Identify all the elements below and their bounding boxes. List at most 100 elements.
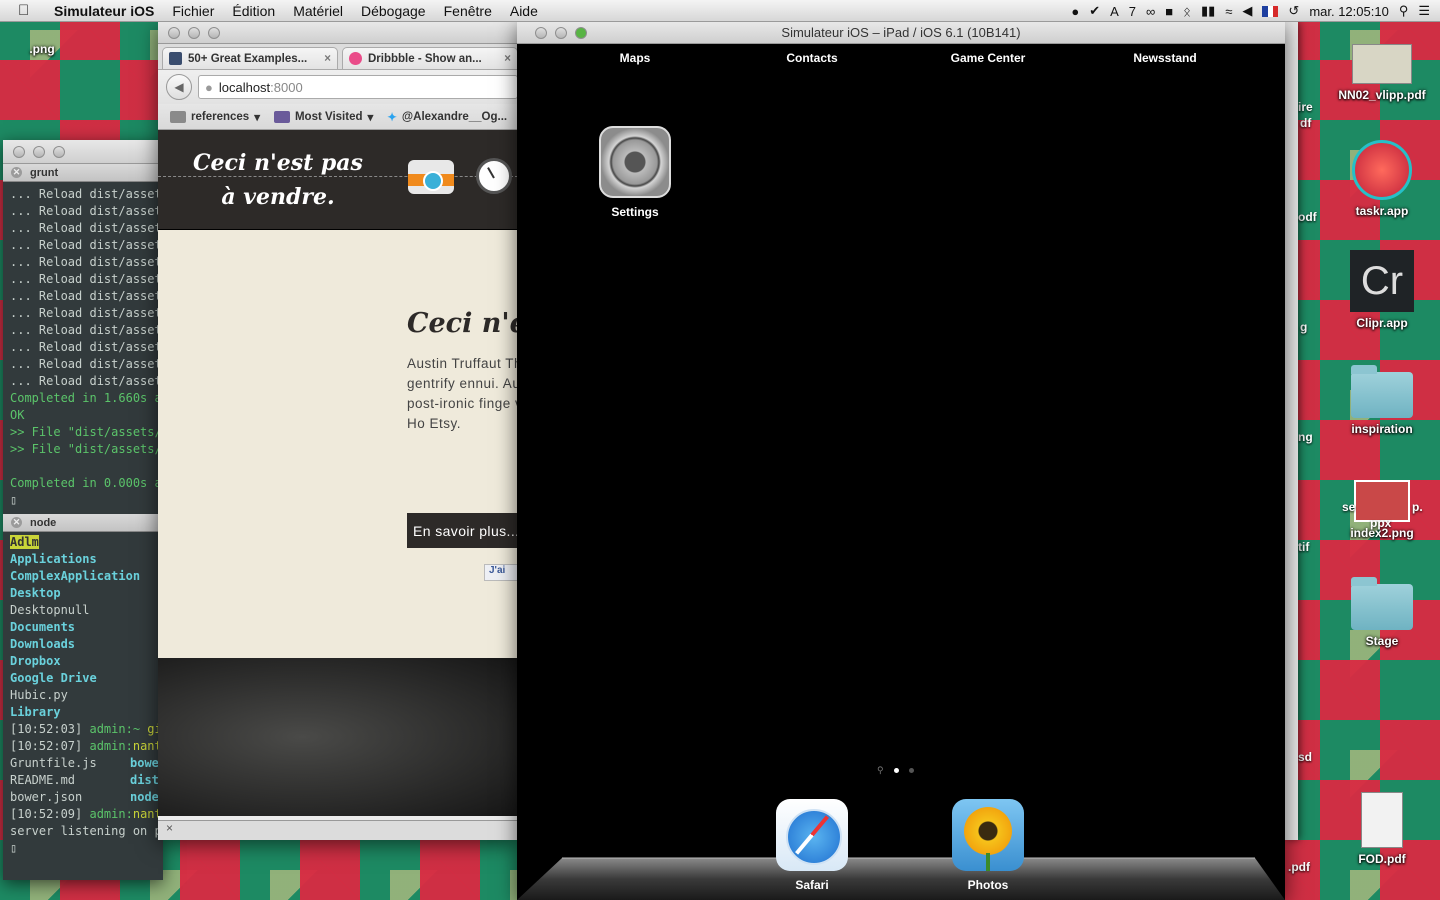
notification-icon[interactable]: ● <box>1071 4 1079 19</box>
read-more-button[interactable]: En savoir plus... <box>407 513 518 548</box>
clock-icon[interactable] <box>476 158 512 194</box>
ipad-home-screen[interactable]: Maps Contacts Game Center Newsstand Sett… <box>517 44 1285 900</box>
zoom-button[interactable] <box>575 27 587 39</box>
back-button[interactable]: ◀ <box>166 74 192 100</box>
app-label-newsstand[interactable]: Newsstand <box>1105 51 1225 65</box>
minimize-button[interactable] <box>33 145 45 158</box>
close-tab-icon[interactable]: ✕ <box>11 517 22 528</box>
app-label-maps[interactable]: Maps <box>575 51 695 65</box>
font-status-icon[interactable]: A <box>1110 4 1119 19</box>
close-button[interactable] <box>168 26 180 39</box>
browser-tab-1[interactable]: 50+ Great Examples... × <box>162 47 338 69</box>
desktop-folder-inspiration[interactable]: inspiration <box>1332 365 1432 436</box>
settings-app[interactable]: Settings <box>587 126 683 219</box>
browser-window[interactable]: 50+ Great Examples... × Dribbble - Show … <box>158 22 518 840</box>
terminal-line: ... Reload dist/asset <box>10 323 162 337</box>
page-indicator[interactable]: ⚲ <box>877 766 914 775</box>
navigation-bar: ◀ ● localhost:8000 <box>158 70 518 104</box>
app-label-contacts[interactable]: Contacts <box>752 51 872 65</box>
terminal-line: Adlm <box>3 534 163 551</box>
flag-stripe-red <box>1273 5 1279 17</box>
zoom-button[interactable] <box>53 145 65 158</box>
menu-fichier[interactable]: Fichier <box>172 3 214 19</box>
file-entry: Gruntfile.js <box>10 756 97 770</box>
menu-debogage[interactable]: Débogage <box>361 3 426 19</box>
prompt-time: [10:52:03] <box>10 722 83 736</box>
browser-titlebar[interactable] <box>158 22 518 44</box>
desktop-icon-png[interactable]: .png <box>0 42 92 56</box>
browser-tab-2[interactable]: Dribbble - Show an... × <box>342 47 518 69</box>
bookmark-references[interactable]: references ▾ <box>170 110 260 124</box>
chevron-down-icon: ▾ <box>367 111 374 124</box>
check-icon[interactable]: ✔ <box>1089 3 1100 19</box>
ios-simulator-window[interactable]: Simulateur iOS – iPad / iOS 6.1 (10B141)… <box>517 22 1285 900</box>
partial-icon-label: p. <box>1412 500 1423 514</box>
wifi-icon[interactable]: ≈ <box>1225 4 1232 19</box>
tab-title: 50+ Great Examples... <box>188 52 308 65</box>
menu-materiel[interactable]: Matériel <box>293 3 343 19</box>
window-controls <box>168 26 220 39</box>
battery-icon[interactable]: ▮▮ <box>1201 3 1215 19</box>
zoom-button[interactable] <box>208 26 220 39</box>
node-output[interactable]: Adlm Applications ComplexApplication Des… <box>3 532 163 857</box>
arrow-left-icon: ◀ <box>174 80 184 94</box>
desktop-icon-taskr[interactable]: taskr.app <box>1332 140 1432 218</box>
apple-menu-icon[interactable]:  <box>18 2 40 19</box>
dir-entry: dist <box>130 773 159 787</box>
terminal-tab-node[interactable]: ✕ node <box>3 514 163 532</box>
close-button[interactable] <box>13 145 25 158</box>
spotlight-search-icon[interactable]: ⚲ <box>1399 3 1409 19</box>
url-field[interactable]: ● localhost:8000 <box>198 75 518 99</box>
minimize-button[interactable] <box>555 27 567 39</box>
menu-app-name[interactable]: Simulateur iOS <box>54 3 154 19</box>
desktop-icon-clipr[interactable]: Cr Clipr.app <box>1332 250 1432 330</box>
minimize-button[interactable] <box>188 26 200 39</box>
bookmark-twitter[interactable]: ✦ @Alexandre__Og... <box>387 110 507 124</box>
close-tab-icon[interactable]: × <box>324 53 331 65</box>
background-window-edge[interactable] <box>1284 22 1298 840</box>
dir-entry: Adlm <box>10 535 39 549</box>
terminal-titlebar[interactable] <box>3 140 163 164</box>
close-tab-icon[interactable]: × <box>504 53 511 65</box>
photos-app[interactable]: Photos <box>940 799 1036 892</box>
time-machine-icon[interactable]: ↺ <box>1288 3 1299 19</box>
camera-icon[interactable] <box>408 160 454 194</box>
simulator-titlebar[interactable]: Simulateur iOS – iPad / iOS 6.1 (10B141) <box>517 22 1285 44</box>
close-findbar-icon[interactable]: × <box>166 821 173 835</box>
dir-entry: Google Drive <box>10 671 97 685</box>
facebook-like-button[interactable]: J'ai <box>484 564 518 581</box>
menu-edition[interactable]: Édition <box>232 3 275 19</box>
close-tab-icon[interactable]: ✕ <box>11 167 22 178</box>
desktop-folder-stage[interactable]: Stage <box>1332 577 1432 648</box>
input-source-flag-icon[interactable] <box>1262 5 1279 17</box>
prompt-user: admin: <box>89 739 133 753</box>
menu-aide[interactable]: Aide <box>510 3 538 19</box>
notification-center-icon[interactable]: ☰ <box>1418 3 1430 19</box>
terminal-tab-grunt[interactable]: ✕ grunt <box>3 164 163 182</box>
site-header: Ceci n'est pas à vendre. <box>158 130 518 230</box>
terminal-prompt: [10:52:07] admin:nant <box>3 738 163 755</box>
desktop-icon-fod-pdf[interactable]: FOD.pdf <box>1332 792 1432 866</box>
menu-fenetre[interactable]: Fenêtre <box>444 3 492 19</box>
site-logo-title[interactable]: Ceci n'est pas à vendre. <box>188 146 368 214</box>
tab-title: Dribbble - Show an... <box>368 52 482 65</box>
app-label-game-center[interactable]: Game Center <box>928 51 1048 65</box>
creative-cloud-icon[interactable]: ∞ <box>1146 4 1155 19</box>
close-button[interactable] <box>535 27 547 39</box>
grunt-output[interactable]: ... Reload dist/asset ... Reload dist/as… <box>3 182 163 509</box>
desktop-icon-nn02-pdf[interactable]: NN02_vlipp.pdf <box>1332 44 1432 102</box>
prompt-user: admin: <box>89 807 133 821</box>
dropbox-icon[interactable]: ■ <box>1165 4 1173 19</box>
dock-shelf-shape <box>517 857 1285 900</box>
terminal-line: ... Reload dist/asset <box>10 340 162 354</box>
bookmark-most-visited[interactable]: Most Visited ▾ <box>273 110 374 124</box>
menu-clock[interactable]: mar. 12:05:10 <box>1309 4 1389 19</box>
terminal-line: OK <box>10 408 25 422</box>
desktop-icon-label: inspiration <box>1351 422 1413 436</box>
safari-app[interactable]: Safari <box>764 799 860 892</box>
bluetooth-icon[interactable]: ᛟ <box>1183 4 1191 19</box>
prompt-time: [10:52:09] <box>10 807 83 821</box>
url-text: localhost:8000 <box>219 80 303 95</box>
terminal-window[interactable]: ✕ grunt ... Reload dist/asset ... Reload… <box>3 140 163 880</box>
volume-icon[interactable]: ◀ <box>1242 3 1252 19</box>
